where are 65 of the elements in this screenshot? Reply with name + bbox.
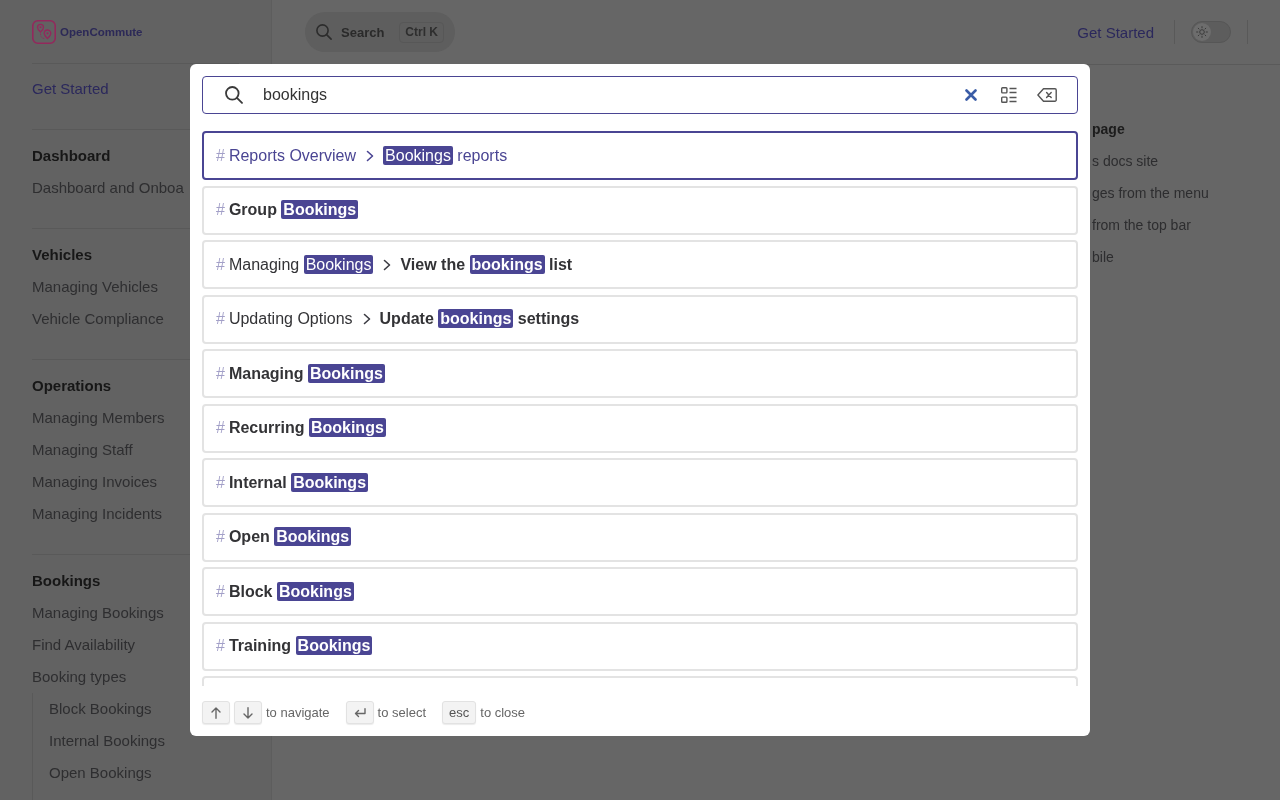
sun-icon [1193,23,1211,41]
search-result[interactable]: # Reports Overview Bookings reports [202,131,1078,180]
result-title: Managing Bookings [228,364,385,383]
heading-marker: # [216,255,225,274]
search-input[interactable]: bookings [263,83,945,107]
outline-link[interactable]: ges from the menu [1092,177,1209,209]
list-icon [1001,87,1017,103]
search-icon [225,86,243,104]
outline-link[interactable]: s docs site [1092,145,1159,177]
search-icon [316,24,332,40]
close-icon [965,89,977,101]
heading-marker: # [216,201,225,219]
outline-title: page [1092,120,1125,139]
result-title: Group Bookings [228,201,359,219]
sidebar-heading: Bookings [32,571,101,591]
result-parent: Managing Bookings [228,255,374,274]
search-result[interactable]: # Group Bookings [202,185,1078,235]
sidebar-heading: Dashboard [32,146,111,166]
search-field[interactable]: bookings [202,76,1078,114]
search-result[interactable]: # Managing Bookings View the bookings list [202,240,1078,289]
search-result[interactable]: # Training Bookings [202,621,1078,671]
outline-link[interactable]: bile [1092,241,1114,273]
search-result[interactable]: # Managing Bookings [202,349,1078,398]
sidebar-heading: Vehicles [32,245,93,265]
outline-link[interactable]: from the top bar [1092,209,1191,241]
chevron-right-icon [362,313,371,325]
hint-text: to navigate [266,705,330,720]
result-title: Recurring Bookings [228,419,386,437]
nav-link[interactable]: Get Started [1077,23,1154,41]
heading-marker: # [216,528,225,546]
return-arrow-icon [353,707,366,718]
sidebar-link[interactable]: Get Started [32,73,109,105]
heading-marker: # [216,582,225,601]
arrow-down-icon [243,706,253,719]
search-result[interactable]: # Open Bookings [202,512,1078,562]
chevron-right-icon [383,258,392,271]
arrow-up-icon [211,706,221,719]
heading-marker: # [216,146,225,165]
result-title: Update bookings settings [379,310,580,328]
result-parent: Reports Overview [228,146,357,165]
result-title: Training Bookings [228,637,373,655]
heading-marker: # [216,364,225,383]
search-result[interactable]: # Internal Bookings [202,458,1078,507]
heading-marker: # [216,310,225,328]
backspace-icon [1037,88,1057,102]
map-pins-logo-icon [32,19,56,44]
search-result[interactable]: # Updating Options Update bookings settings [202,294,1078,344]
heading-marker: # [216,637,225,655]
sidebar-heading: Operations [32,376,112,396]
heading-marker: # [216,473,225,492]
heading-marker: # [216,419,225,437]
result-parent: Updating Options [228,310,353,328]
search-result[interactable]: # Recurring Bookings [202,403,1078,453]
chevron-right-icon [366,149,375,162]
search-result[interactable]: # Block Bookings [202,567,1078,616]
hint-text: to select [377,705,427,720]
hint-text: to close [480,705,526,720]
result-title: Bookings reports [383,146,508,165]
result-title: Open Bookings [228,528,352,546]
result-title: Block Bookings [228,582,354,601]
result-title: Internal Bookings [228,473,369,492]
result-title: View the bookings list [400,255,573,274]
keyboard-key: esc [442,701,477,724]
appearance-switch[interactable] [1191,21,1231,43]
home-logo-link[interactable]: OpenCommute [32,19,143,44]
